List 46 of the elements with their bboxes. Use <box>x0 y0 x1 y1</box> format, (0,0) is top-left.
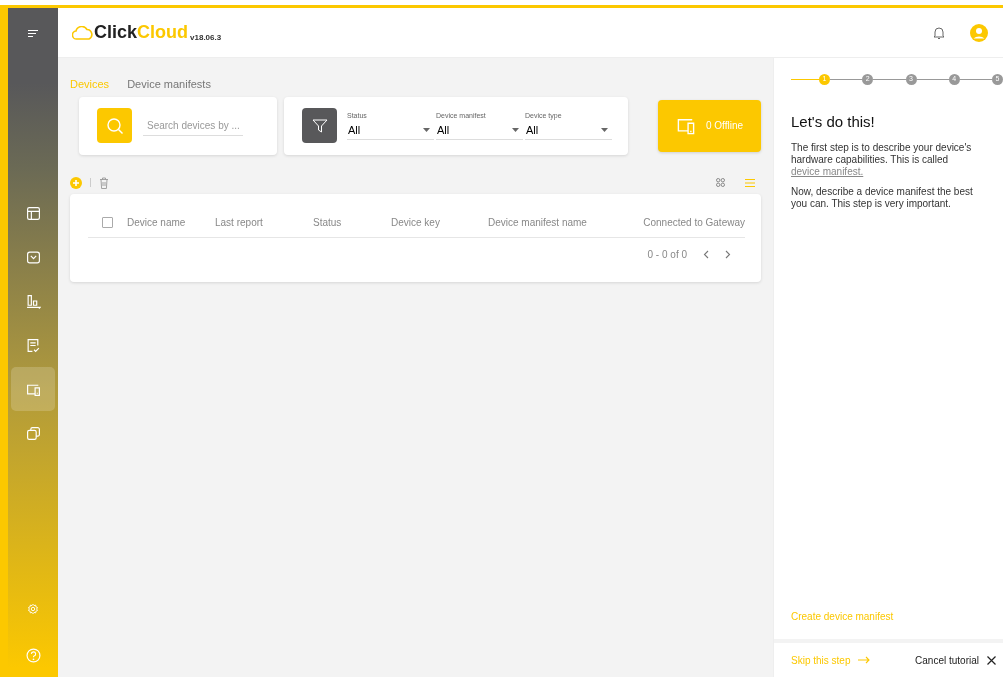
add-icon[interactable] <box>70 176 82 189</box>
column-header: Connected to Gateway <box>643 215 745 230</box>
logo-text: ClickCloud <box>94 21 189 44</box>
bar-chart-icon <box>25 293 41 309</box>
user-avatar-icon[interactable] <box>969 22 989 43</box>
column-header: Status <box>313 215 343 230</box>
settings-icon <box>27 603 39 615</box>
inbox-icon <box>25 249 41 265</box>
filter-icon[interactable] <box>311 117 328 134</box>
help-icon <box>25 647 41 663</box>
cloud-logo-icon <box>72 25 94 40</box>
search-icon[interactable] <box>105 116 124 135</box>
filter-dropdown[interactable]: All <box>525 121 612 140</box>
trash-icon[interactable] <box>99 176 109 189</box>
arrow-right-icon <box>858 656 871 664</box>
copies-icon <box>25 425 41 441</box>
devices-icon <box>675 116 696 135</box>
dropdown-caret-icon <box>601 127 608 132</box>
column-header: Device key <box>391 215 441 230</box>
column-header: Device manifest name <box>488 215 588 230</box>
layout-icon <box>25 205 41 221</box>
menu-icon <box>28 29 38 37</box>
bell-icon[interactable] <box>933 25 945 40</box>
list-view-button[interactable] <box>745 178 755 187</box>
version-label: v18.06.3 <box>190 32 222 44</box>
select-all-checkbox[interactable] <box>102 216 113 228</box>
grid-icon <box>716 178 725 187</box>
chevron-right-icon <box>725 250 731 260</box>
checklist-icon <box>25 337 41 353</box>
tab[interactable]: Device manifests <box>127 76 211 93</box>
pagination-text: 0 - 0 of 0 <box>647 247 687 262</box>
column-header: Last report <box>215 215 264 230</box>
manifest-link[interactable]: device manifest. <box>791 165 864 177</box>
tutorial-paragraph: Now, describe a device manifest the best you can. This step is very important. <box>791 185 974 210</box>
cancel-tutorial-button[interactable]: Cancel tutorial <box>915 652 996 668</box>
filter-dropdown[interactable]: All <box>436 121 523 140</box>
tutorial-title: Let's do this! <box>791 112 876 132</box>
chevron-left-icon <box>703 250 709 260</box>
dropdown-caret-icon <box>423 127 430 132</box>
close-icon <box>987 655 996 665</box>
list-icon <box>745 178 755 187</box>
column-header: Device name <box>127 215 187 230</box>
tutorial-paragraph: The first step is to describe your device's hardware capabilities. This is called device manifest. <box>791 141 973 178</box>
dropdown-caret-icon <box>512 127 519 132</box>
filter-dropdown[interactable]: All <box>347 121 434 140</box>
grid-view-button[interactable] <box>716 178 725 187</box>
